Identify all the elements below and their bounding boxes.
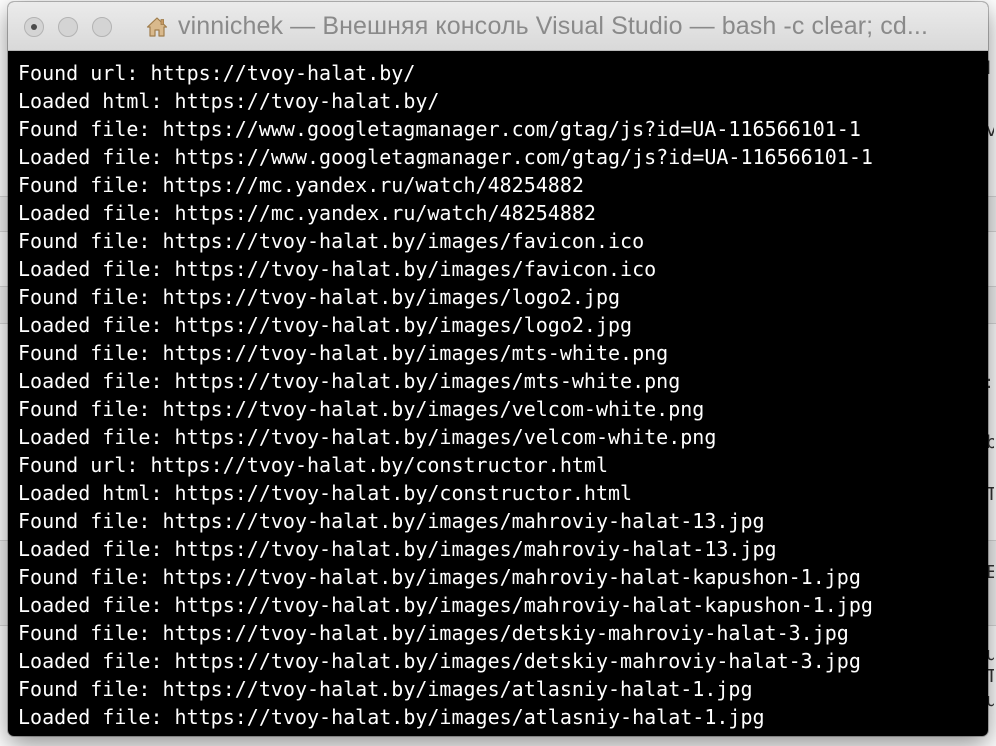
window-title-group: vinnichek — Внешняя консоль Visual Studi…: [146, 12, 928, 41]
console-line: Loaded file: https://tvoy-halat.by/image…: [18, 369, 681, 393]
window-title: vinnichek — Внешняя консоль Visual Studi…: [178, 12, 929, 40]
console-line: Found url: https://tvoy-halat.by/constru…: [18, 453, 609, 477]
console-line: Loaded file: https://tvoy-halat.by/image…: [18, 705, 765, 729]
console-line: Loaded file: https://tvoy-halat.by/image…: [18, 257, 657, 281]
console-line: Found file: https://tvoy-halat.by/images…: [18, 285, 621, 309]
window-controls: [24, 17, 112, 37]
console-line: Found file: https://tvoy-halat.by/images…: [18, 509, 765, 533]
console-line: Found file: https://www.googletagmanager…: [18, 117, 861, 141]
console-line: Found file: https://tvoy-halat.by/images…: [18, 229, 645, 253]
minimize-button[interactable]: [58, 17, 78, 37]
console-line: Loaded file: https://tvoy-halat.by/image…: [18, 425, 717, 449]
console-line: Found file: https://tvoy-halat.by/images…: [18, 565, 861, 589]
terminal-window[interactable]: vinnichek — Внешняя консоль Visual Studi…: [8, 2, 988, 736]
console-line: Loaded file: https://tvoy-halat.by/image…: [18, 313, 633, 337]
console-line: Found file: https://tvoy-halat.by/images…: [18, 677, 753, 701]
console-line: Loaded file: https://tvoy-halat.by/image…: [18, 537, 777, 561]
console-line: Loaded html: https://tvoy-halat.by/: [18, 89, 440, 113]
console-line: Loaded html: https://tvoy-halat.by/const…: [18, 481, 633, 505]
console-line: Loaded file: https://tvoy-halat.by/image…: [18, 649, 861, 673]
home-icon: [146, 16, 168, 37]
console-line: Loaded file: https://mc.yandex.ru/watch/…: [18, 201, 596, 225]
close-button[interactable]: [24, 17, 44, 37]
console-line: Found url: https://tvoy-halat.by/: [18, 61, 416, 85]
title-bar[interactable]: vinnichek — Внешняя консоль Visual Studi…: [8, 2, 988, 51]
console-line: Found file: https://tvoy-halat.by/images…: [18, 621, 849, 645]
console-line: Loaded file: https://tvoy-halat.by/image…: [18, 593, 873, 617]
console-line: Found file: https://tvoy-halat.by/images…: [18, 397, 705, 421]
console-line: Found file: https://tvoy-halat.by/images…: [18, 341, 669, 365]
zoom-button[interactable]: [92, 17, 112, 37]
console-line: Loaded file: https://www.googletagmanage…: [18, 145, 873, 169]
console-line: Found file: https://mc.yandex.ru/watch/4…: [18, 173, 584, 197]
console-output[interactable]: Found url: https://tvoy-halat.by/Loaded …: [8, 51, 988, 731]
